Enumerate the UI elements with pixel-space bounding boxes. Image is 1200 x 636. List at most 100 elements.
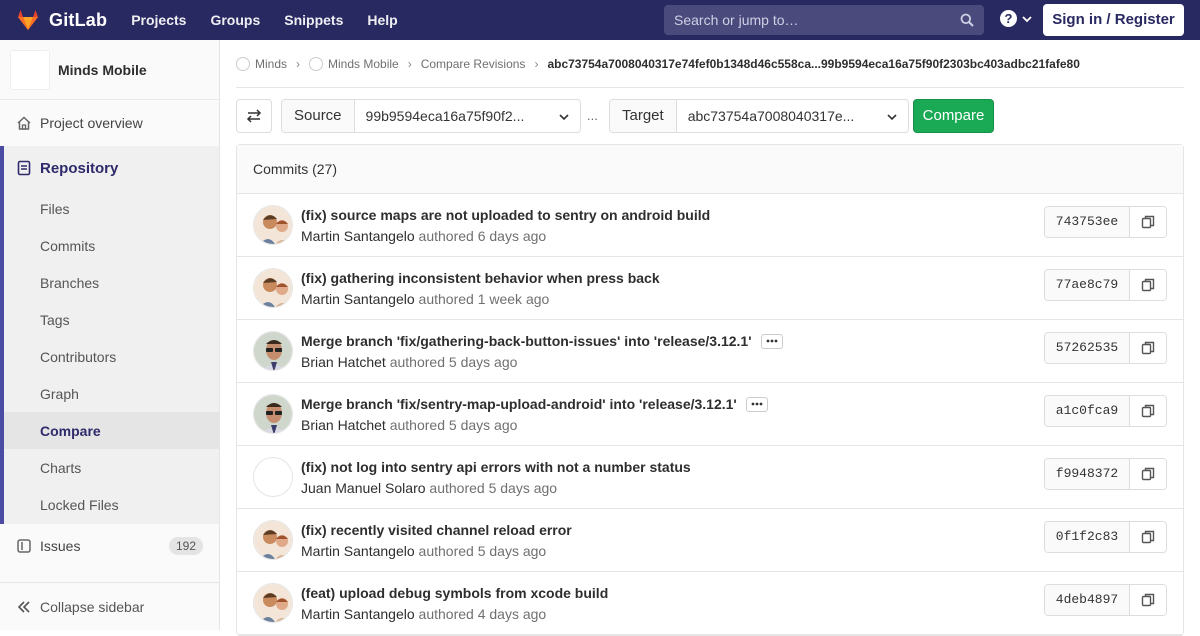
breadcrumb-item-minds-mobile[interactable]: Minds Mobile xyxy=(309,56,399,71)
author-avatar[interactable] xyxy=(253,268,293,308)
commit-row: (fix) not log into sentry api errors wit… xyxy=(237,446,1183,509)
commit-time: 4 days ago xyxy=(477,606,547,622)
sidebar-item-project-overview[interactable]: Project overview xyxy=(0,104,219,141)
help-dropdown[interactable]: ? xyxy=(1000,10,1032,27)
commit-title[interactable]: (fix) gathering inconsistent behavior wh… xyxy=(301,270,660,286)
commit-sha[interactable]: f9948372 xyxy=(1045,459,1130,489)
sidebar-item-tags[interactable]: Tags xyxy=(4,301,219,338)
copy-sha-button[interactable] xyxy=(1130,459,1166,489)
copy-sha-button[interactable] xyxy=(1130,333,1166,363)
copy-icon xyxy=(1141,530,1155,544)
commit-time: 5 days ago xyxy=(477,543,547,559)
commit-author[interactable]: Brian Hatchet xyxy=(301,417,386,433)
commit-title-text: (fix) gathering inconsistent behavior wh… xyxy=(301,270,660,286)
copy-sha-button[interactable] xyxy=(1130,522,1166,552)
sidebar-item-charts[interactable]: Charts xyxy=(4,449,219,486)
commit-author[interactable]: Martin Santangelo xyxy=(301,228,415,244)
commit-title[interactable]: (fix) source maps are not uploaded to se… xyxy=(301,207,710,223)
author-avatar[interactable] xyxy=(253,520,293,560)
commit-author[interactable]: Brian Hatchet xyxy=(301,354,386,370)
author-avatar[interactable] xyxy=(253,394,293,434)
sidebar-item-repository[interactable]: Repository xyxy=(4,146,219,190)
sidebar-item-locked-files[interactable]: Locked Files xyxy=(4,486,219,524)
breadcrumb-current[interactable]: abc73754a7008040317e74fef0b1348d46c558ca… xyxy=(547,57,1079,71)
nav-snippets[interactable]: Snippets xyxy=(284,12,343,28)
commit-title[interactable]: (feat) upload debug symbols from xcode b… xyxy=(301,585,608,601)
breadcrumb-item-minds[interactable]: Minds xyxy=(236,56,287,71)
commit-time: 5 days ago xyxy=(488,480,558,496)
commit-sha-group: f9948372 xyxy=(1044,458,1167,490)
commit-sha[interactable]: 77ae8c79 xyxy=(1045,270,1130,300)
sidebar-item-contributors[interactable]: Contributors xyxy=(4,338,219,375)
double-chevron-left-icon xyxy=(17,600,30,613)
nav-projects[interactable]: Projects xyxy=(131,12,186,28)
sidebar-item-commits[interactable]: Commits xyxy=(4,227,219,264)
commit-sha-group: 743753ee xyxy=(1044,206,1167,238)
collapse-sidebar-button[interactable]: Collapse sidebar xyxy=(0,582,219,630)
author-avatar[interactable] xyxy=(253,457,293,497)
swap-revisions-button[interactable] xyxy=(236,99,272,133)
commit-sha-group: a1c0fca9 xyxy=(1044,395,1167,427)
search-box xyxy=(664,5,984,35)
commit-author[interactable]: Martin Santangelo xyxy=(301,543,415,559)
gitlab-brand[interactable]: GitLab xyxy=(16,0,107,40)
commit-row: (feat) upload debug symbols from xcode b… xyxy=(237,572,1183,635)
commit-title[interactable]: Merge branch 'fix/gathering-back-button-… xyxy=(301,333,783,349)
commit-sha[interactable]: 57262535 xyxy=(1045,333,1130,363)
project-sidebar: Minds Mobile Project overview Repository… xyxy=(0,40,220,630)
commit-sha[interactable]: a1c0fca9 xyxy=(1045,396,1130,426)
copy-sha-button[interactable] xyxy=(1130,396,1166,426)
search-input[interactable] xyxy=(674,12,944,28)
commit-title[interactable]: (fix) recently visited channel reload er… xyxy=(301,522,572,538)
commit-title[interactable]: (fix) not log into sentry api errors wit… xyxy=(301,459,691,475)
commit-title-text: (fix) not log into sentry api errors wit… xyxy=(301,459,691,475)
sidebar-item-branches[interactable]: Branches xyxy=(4,264,219,301)
commit-title-text: (fix) recently visited channel reload er… xyxy=(301,522,572,538)
commit-time: 6 days ago xyxy=(477,228,547,244)
nav-help[interactable]: Help xyxy=(367,12,397,28)
show-description-button[interactable] xyxy=(745,396,768,412)
sidebar-item-graph[interactable]: Graph xyxy=(4,375,219,412)
project-header[interactable]: Minds Mobile xyxy=(0,40,219,100)
commit-title[interactable]: Merge branch 'fix/sentry-map-upload-andr… xyxy=(301,396,768,412)
breadcrumb-item-compare-revisions[interactable]: Compare Revisions xyxy=(421,57,526,71)
commit-sha[interactable]: 4deb4897 xyxy=(1045,585,1130,615)
chevron-right-icon: › xyxy=(534,56,539,71)
commit-author[interactable]: Martin Santangelo xyxy=(301,291,415,307)
sidebar-item-label: Issues xyxy=(40,538,81,554)
authored-word: authored xyxy=(418,291,474,307)
commit-sha[interactable]: 743753ee xyxy=(1045,207,1130,237)
sidebar-item-files[interactable]: Files xyxy=(4,190,219,227)
commit-time: 1 week ago xyxy=(477,291,550,307)
commit-author[interactable]: Juan Manuel Solaro xyxy=(301,480,426,496)
chevron-down-icon xyxy=(1022,15,1032,22)
author-avatar[interactable] xyxy=(253,205,293,245)
copy-sha-button[interactable] xyxy=(1130,207,1166,237)
target-dropdown[interactable]: abc73754a7008040317e... xyxy=(676,100,908,132)
commit-meta: Martin Santangelo authored 4 days ago xyxy=(301,606,546,622)
top-navbar: GitLab Projects Groups Snippets Help ? S… xyxy=(0,0,1200,40)
compare-button[interactable]: Compare xyxy=(913,99,994,133)
main-content: Minds › Minds Mobile › Compare Revisions… xyxy=(236,40,1184,636)
commit-meta: Martin Santangelo authored 6 days ago xyxy=(301,228,546,244)
show-description-button[interactable] xyxy=(760,333,783,349)
author-avatar[interactable] xyxy=(253,583,293,623)
nav-groups[interactable]: Groups xyxy=(210,12,260,28)
search-icon[interactable] xyxy=(960,13,974,27)
help-icon: ? xyxy=(1000,10,1017,27)
sign-in-button[interactable]: Sign in / Register xyxy=(1043,4,1184,36)
copy-sha-button[interactable] xyxy=(1130,585,1166,615)
sidebar-item-issues[interactable]: Issues 192 xyxy=(0,524,219,568)
sidebar-item-compare[interactable]: Compare xyxy=(4,412,219,449)
nav-links: Projects Groups Snippets Help xyxy=(131,12,422,28)
commit-row: (fix) source maps are not uploaded to se… xyxy=(237,194,1183,257)
copy-sha-button[interactable] xyxy=(1130,270,1166,300)
copy-icon xyxy=(1141,404,1155,418)
commit-author[interactable]: Martin Santangelo xyxy=(301,606,415,622)
source-dropdown[interactable]: 99b9594eca16a75f90f2... xyxy=(354,100,580,132)
commit-meta: Brian Hatchet authored 5 days ago xyxy=(301,354,517,370)
commit-sha-group: 4deb4897 xyxy=(1044,584,1167,616)
author-avatar[interactable] xyxy=(253,331,293,371)
commit-sha[interactable]: 0f1f2c83 xyxy=(1045,522,1130,552)
chevron-right-icon: › xyxy=(407,56,412,71)
